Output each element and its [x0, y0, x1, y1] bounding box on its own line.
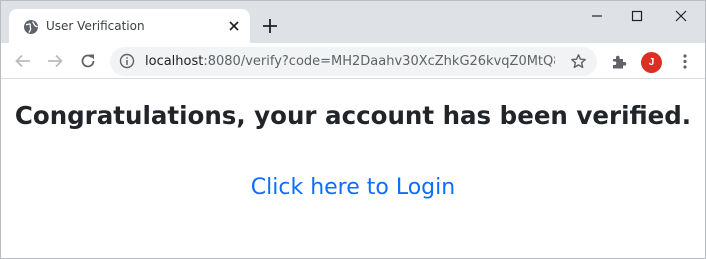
close-icon[interactable]	[227, 19, 241, 33]
tab-title: User Verification	[46, 19, 145, 33]
forward-arrow-icon[interactable]	[46, 52, 64, 70]
verification-heading: Congratulations, your account has been v…	[14, 101, 692, 130]
browser-window: User Verification localhost:8080/verify?…	[0, 0, 706, 259]
page-content: Congratulations, your account has been v…	[1, 80, 705, 258]
globe-icon	[24, 20, 38, 34]
star-icon[interactable]	[570, 53, 587, 70]
login-link[interactable]: Click here to Login	[1, 174, 705, 202]
tab-user-verification[interactable]: User Verification	[9, 9, 250, 43]
profile-avatar[interactable]: J	[641, 52, 662, 73]
url-text[interactable]: localhost:8080/verify?code=MH2Daahv30XcZ…	[145, 54, 555, 69]
window-close-icon[interactable]	[670, 7, 692, 25]
reload-icon[interactable]	[79, 52, 97, 70]
maximize-icon[interactable]	[626, 7, 648, 25]
puzzle-icon[interactable]	[611, 53, 628, 70]
minimize-icon[interactable]	[586, 7, 608, 25]
back-arrow-icon[interactable]	[14, 52, 32, 70]
info-icon[interactable]	[119, 53, 135, 69]
address-bar[interactable]: localhost:8080/verify?code=MH2Daahv30XcZ…	[110, 47, 597, 76]
url-path: :8080/verify?code=MH2Daahv30XcZhkG26kvqZ…	[203, 54, 555, 69]
tab-strip: User Verification	[1, 1, 705, 43]
browser-toolbar: localhost:8080/verify?code=MH2Daahv30XcZ…	[1, 43, 705, 79]
plus-icon[interactable]	[261, 17, 279, 35]
kebab-menu-icon[interactable]	[677, 53, 693, 70]
url-host: localhost	[145, 54, 204, 69]
